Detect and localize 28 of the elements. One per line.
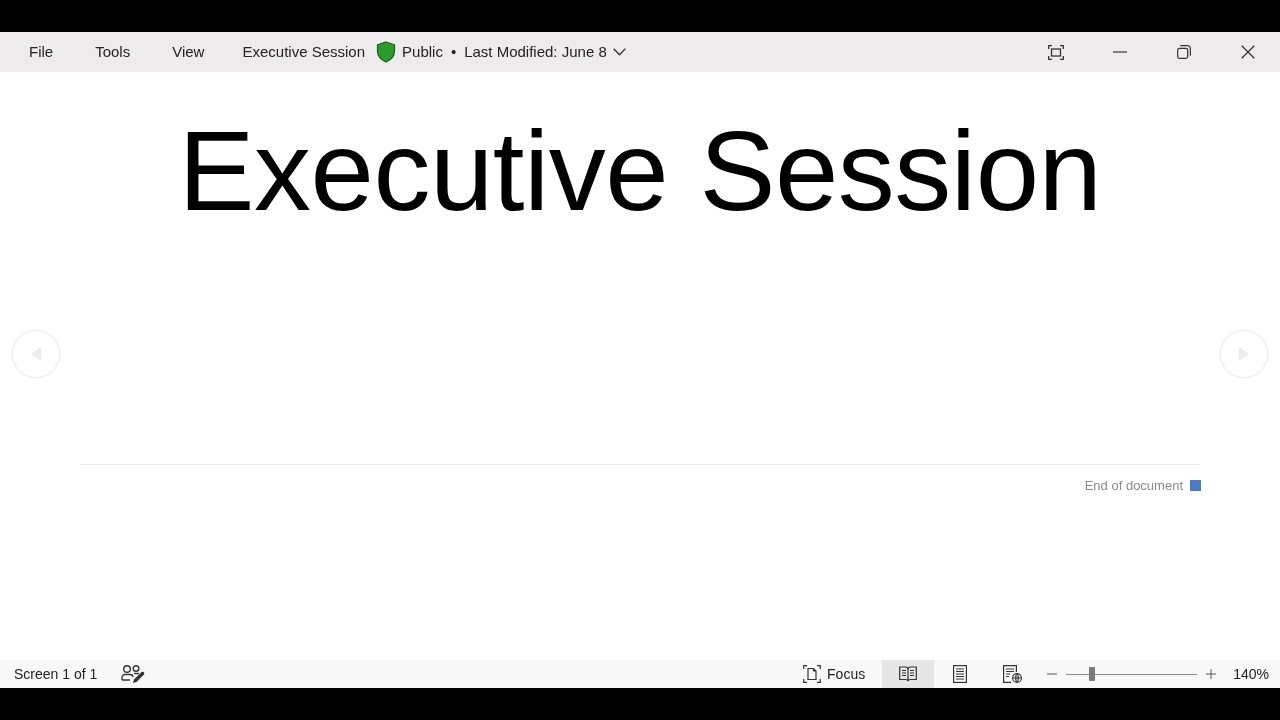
slider-thumb[interactable] bbox=[1089, 667, 1096, 681]
shield-icon bbox=[376, 41, 397, 63]
people-pen-icon[interactable] bbox=[121, 664, 146, 684]
modified-date: Last Modified: June 8 bbox=[464, 41, 607, 62]
fullscreen-icon bbox=[1048, 44, 1064, 60]
zoom-in-icon[interactable] bbox=[1206, 669, 1217, 679]
read-mode-button[interactable] bbox=[882, 660, 935, 688]
menu-item[interactable]: View bbox=[160, 32, 217, 72]
square-marker-icon bbox=[1190, 480, 1201, 492]
screen-counter: Screen 1 of 1 bbox=[14, 664, 98, 684]
minimize-icon bbox=[1113, 51, 1127, 53]
close-icon bbox=[1241, 45, 1255, 59]
open-book-icon bbox=[899, 666, 918, 682]
end-of-document-text: End of document bbox=[1084, 477, 1183, 495]
page-globe-icon bbox=[1002, 665, 1022, 683]
zoom-percentage[interactable]: 140% bbox=[1233, 663, 1269, 685]
document-name: Executive Session bbox=[242, 41, 366, 62]
page-frame-icon bbox=[803, 665, 822, 683]
zoom-slider[interactable] bbox=[1066, 667, 1198, 681]
menu-item[interactable]: File bbox=[17, 32, 66, 72]
page-title: Executive Session bbox=[178, 114, 1102, 228]
separator-dot: • bbox=[450, 41, 457, 62]
focus-button[interactable]: Focus bbox=[801, 660, 868, 688]
page-lines-icon bbox=[953, 665, 968, 683]
restore-icon bbox=[1177, 45, 1191, 59]
chevron-down-icon[interactable] bbox=[612, 48, 626, 56]
sensitivity-label: Public bbox=[402, 41, 443, 62]
menu-item[interactable]: Tools bbox=[83, 32, 143, 72]
